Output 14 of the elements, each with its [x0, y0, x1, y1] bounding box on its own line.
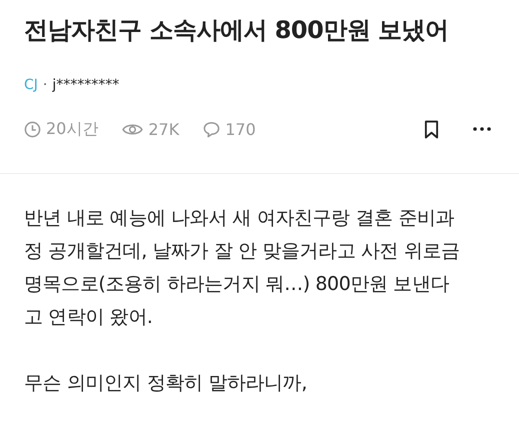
post-title: 전남자친구 소속사에서 800만원 보냈어: [24, 15, 450, 46]
channel-link[interactable]: CJ: [24, 77, 38, 93]
comment-count: 170: [225, 120, 256, 138]
dots-icon: [473, 127, 491, 131]
body-paragraph: 무슨 의미인지 정확히 말하라니까,: [24, 371, 308, 396]
comment-icon: [203, 120, 220, 138]
view-count: 27K: [148, 120, 180, 138]
eye-icon: [122, 122, 144, 136]
clock-icon: [24, 120, 41, 138]
post-time: 20시간: [46, 118, 98, 140]
separator: ·: [42, 77, 48, 93]
body-paragraph: 반년 내로 예능에 나와서 새 여자친구랑 결혼 준비과 정 공개할건데, 날짜가 잘 안 맞을거라고 사전 위로금 명목으로(조용히 하라는거지 뭐…) 800만원 보낸다 고 연락이 왔어.: [24, 206, 461, 330]
author-name: j*********: [52, 77, 120, 93]
bookmark-icon: [424, 120, 439, 138]
